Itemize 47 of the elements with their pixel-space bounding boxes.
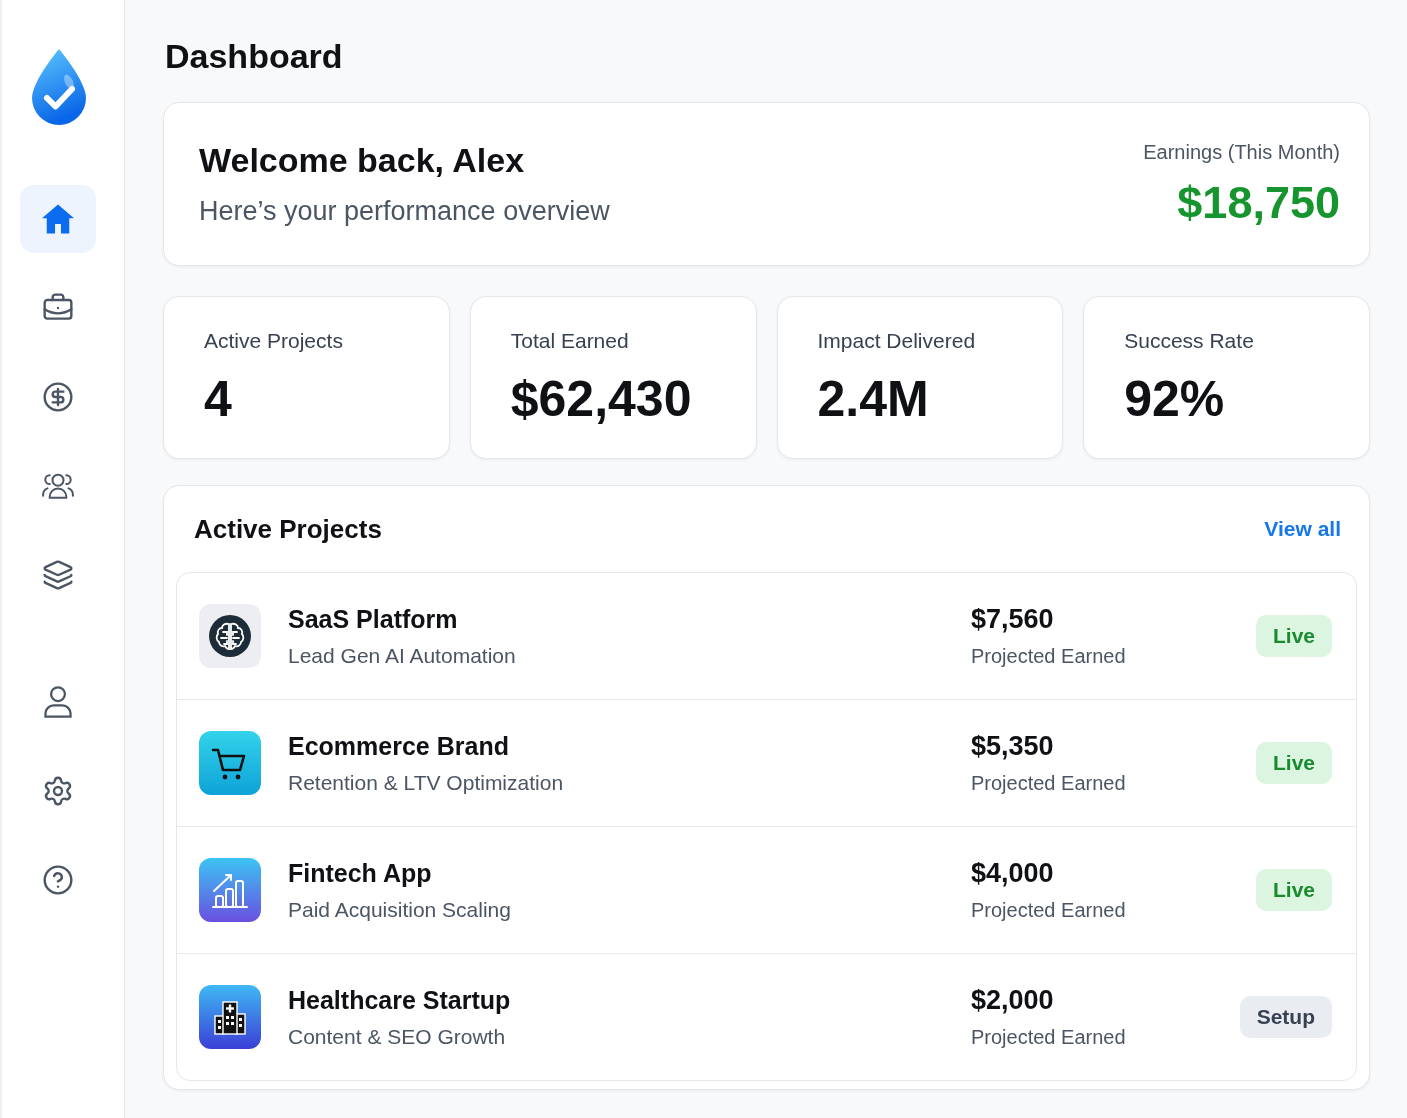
stat-label: Success Rate bbox=[1124, 327, 1255, 354]
dollar-icon bbox=[42, 381, 74, 413]
project-amount: $5,350 bbox=[971, 730, 1054, 762]
project-amount: $4,000 bbox=[971, 857, 1054, 889]
user-icon bbox=[43, 686, 73, 718]
project-description: Paid Acquisition Scaling bbox=[288, 896, 511, 923]
home-icon bbox=[42, 203, 74, 235]
project-name: Ecommerce Brand bbox=[288, 730, 509, 761]
project-name: SaaS Platform bbox=[288, 603, 458, 634]
amount-label: Projected Earned bbox=[971, 1025, 1126, 1050]
project-description: Lead Gen AI Automation bbox=[288, 642, 516, 669]
section-title: Active Projects bbox=[194, 513, 382, 545]
stat-label: Active Projects bbox=[204, 327, 344, 354]
project-amount: $7,560 bbox=[971, 603, 1054, 635]
project-description: Content & SEO Growth bbox=[288, 1023, 506, 1050]
welcome-subtitle: Here’s your performance overview bbox=[199, 195, 610, 228]
stat-value: 92% bbox=[1124, 369, 1226, 428]
status-badge: Live bbox=[1255, 869, 1332, 911]
welcome-title: Welcome back, Alex bbox=[199, 140, 525, 180]
people-icon bbox=[42, 472, 74, 500]
help-icon bbox=[42, 864, 74, 896]
status-badge: Live bbox=[1255, 742, 1332, 784]
amount-label: Projected Earned bbox=[971, 898, 1126, 923]
project-description: Retention & LTV Optimization bbox=[288, 769, 564, 796]
view-all-link[interactable]: View all bbox=[1264, 517, 1341, 541]
project-amount: $2,000 bbox=[971, 984, 1054, 1016]
page-title: Dashboard bbox=[165, 36, 344, 76]
hospital-building-icon bbox=[199, 985, 261, 1049]
earnings-label: Earnings (This Month) bbox=[1143, 140, 1340, 165]
settings-icon bbox=[42, 775, 74, 807]
stat-value: 4 bbox=[204, 369, 233, 428]
stat-value: $62,430 bbox=[510, 369, 693, 428]
nav-item[interactable] bbox=[20, 185, 96, 253]
status-badge: Live bbox=[1255, 615, 1332, 657]
status-badge: Setup bbox=[1239, 996, 1332, 1038]
amount-label: Projected Earned bbox=[971, 771, 1126, 796]
amount-label: Projected Earned bbox=[971, 644, 1126, 669]
brain-icon bbox=[199, 604, 261, 668]
stat-label: Impact Delivered bbox=[817, 327, 977, 354]
layers-icon bbox=[42, 559, 74, 591]
cart-icon bbox=[199, 731, 261, 795]
stat-label: Total Earned bbox=[510, 327, 630, 354]
bar-chart-icon bbox=[199, 858, 261, 922]
earnings-value: $18,750 bbox=[1177, 177, 1340, 229]
stat-value: 2.4M bbox=[817, 369, 930, 428]
project-name: Healthcare Startup bbox=[288, 984, 511, 1015]
project-name: Fintech App bbox=[288, 857, 432, 888]
